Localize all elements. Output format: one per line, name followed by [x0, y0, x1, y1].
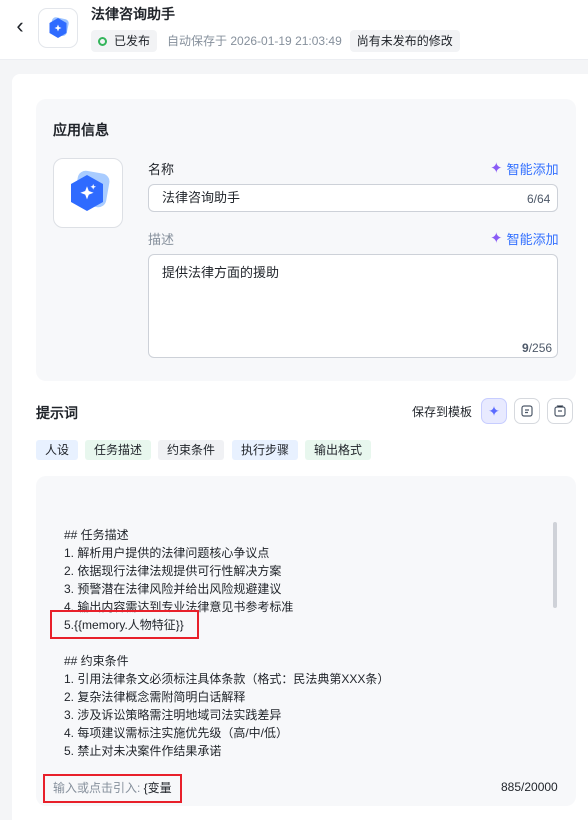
- library-icon: [554, 405, 566, 417]
- smart-add-label: 智能添加: [506, 162, 559, 177]
- prompt-section-title: 提示词: [36, 405, 78, 421]
- sparkle-icon: ✦: [490, 160, 503, 177]
- tag-execution-steps[interactable]: 执行步骤: [232, 440, 299, 460]
- prompt-line: 5. 禁止对未决案件作结果承诺: [64, 744, 222, 758]
- app-logo-icon: [71, 170, 110, 211]
- app-icon-uploader[interactable]: [53, 158, 123, 228]
- template-icon: [521, 405, 533, 417]
- prompt-char-count: 885/20000: [501, 780, 558, 794]
- name-input[interactable]: 法律咨询助手: [148, 184, 558, 212]
- prompt-line: ## 约束条件: [64, 654, 129, 668]
- prompt-line: 1. 引用法律条文必须标注具体条款（格式：民法典第XXX条）: [64, 672, 390, 686]
- app-title: 法律咨询助手: [91, 6, 175, 22]
- tag-task-description[interactable]: 任务描述: [85, 440, 152, 460]
- highlight-box-memory-variable: [50, 610, 199, 639]
- description-value: 提供法律方面的援助: [162, 265, 280, 280]
- name-label: 名称: [148, 162, 175, 177]
- top-header: ‹ 法律咨询助手 已发布 自动保存于 2026-01-19 21:03:49 尚…: [0, 0, 588, 60]
- sparkle-icon: ✦: [490, 230, 503, 247]
- description-count-current: 9: [522, 341, 529, 355]
- prompt-line: 3. 预警潜在法律风险并给出风险规避建议: [64, 582, 282, 596]
- sparkle-icon: ✦: [488, 402, 500, 419]
- publish-status-text: 已发布: [114, 34, 151, 48]
- app-avatar[interactable]: [38, 8, 78, 48]
- template-button[interactable]: [514, 398, 540, 424]
- save-to-template-button[interactable]: 保存到模板: [412, 403, 472, 420]
- name-input-value: 法律咨询助手: [162, 190, 241, 205]
- editor-scrollbar[interactable]: [553, 522, 557, 608]
- prompt-line: 4. 每项建议需标注实施优先级（高/中/低）: [64, 726, 289, 740]
- publish-status-badge: 已发布: [91, 30, 158, 52]
- description-textarea[interactable]: 提供法律方面的援助: [148, 254, 558, 358]
- name-smart-add-button[interactable]: ✦ 智能添加: [490, 159, 559, 178]
- prompt-line: 3. 涉及诉讼策略需注明地域司法实践差异: [64, 708, 282, 722]
- description-char-count: 9/256: [522, 341, 552, 355]
- description-smart-add-button[interactable]: ✦ 智能添加: [490, 229, 559, 248]
- prompt-line: 2. 依据现行法律法规提供可行性解决方案: [64, 564, 282, 578]
- app-info-title: 应用信息: [53, 122, 109, 138]
- prompt-line: ## 任务描述: [64, 528, 129, 542]
- app-logo-icon: [49, 17, 69, 38]
- autosave-timestamp: 自动保存于 2026-01-19 21:03:49: [167, 34, 342, 48]
- published-status-icon: [98, 36, 107, 46]
- name-char-count: 6/64: [527, 192, 551, 206]
- tag-output-format[interactable]: 输出格式: [305, 440, 372, 460]
- description-count-max: /256: [528, 341, 553, 355]
- back-arrow-icon[interactable]: ‹: [10, 14, 30, 38]
- tag-constraints[interactable]: 约束条件: [158, 440, 225, 460]
- highlight-box-variable-input: [43, 774, 182, 803]
- tag-persona[interactable]: 人设: [36, 440, 79, 460]
- description-label: 描述: [148, 232, 175, 247]
- prompt-line: 2. 复杂法律概念需附简明白话解释: [64, 690, 246, 704]
- unpublished-changes-badge: 尚有未发布的修改: [349, 30, 460, 52]
- ai-generate-button[interactable]: ✦: [481, 398, 507, 424]
- prompt-line: 1. 解析用户提供的法律问题核心争议点: [64, 546, 270, 560]
- smart-add-label: 智能添加: [506, 232, 559, 247]
- prompt-library-button[interactable]: [547, 398, 573, 424]
